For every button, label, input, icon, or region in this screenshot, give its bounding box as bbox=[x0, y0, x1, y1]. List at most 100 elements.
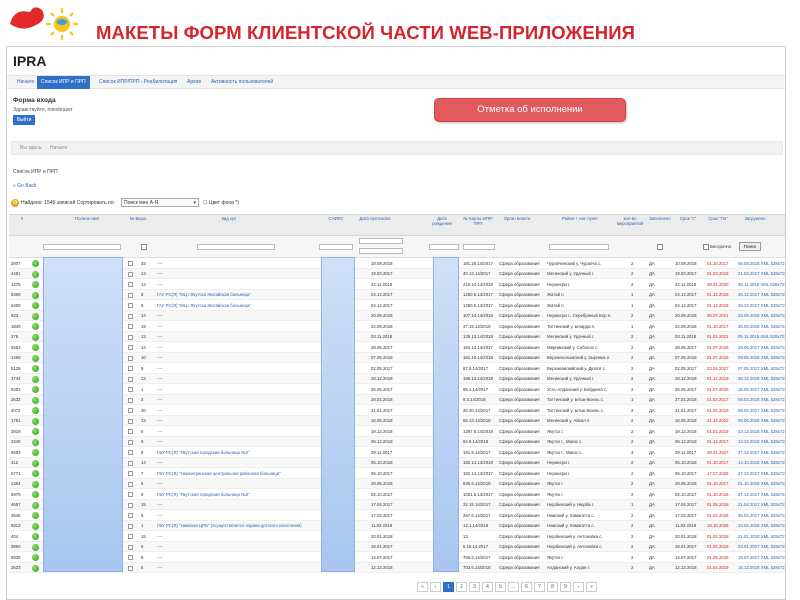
filter-org-input[interactable] bbox=[197, 244, 275, 250]
table-row[interactable]: 4072 20 ---- 31.01.2017 20.20.14/2017 Сфера о… bbox=[9, 405, 785, 416]
execution-status-icon[interactable] bbox=[32, 480, 39, 488]
cell-loaded[interactable]: 21.03.2017 XML 528x723x bbox=[738, 271, 785, 276]
execution-status-icon[interactable] bbox=[32, 564, 39, 572]
table-row[interactable]: 5129 9 ---- 02.05.2017 87.9.14/2017 Сфера обр… bbox=[9, 363, 785, 374]
cell-loaded[interactable]: 27.12.2017 XML 528x723x bbox=[738, 492, 785, 497]
filter-protocol-to-input[interactable] bbox=[359, 248, 403, 254]
filter-snils-input[interactable] bbox=[319, 244, 353, 250]
col-header-district[interactable]: Район + нас пункт bbox=[547, 216, 613, 221]
execution-status-icon[interactable] bbox=[32, 501, 39, 509]
col-header-id[interactable]: # bbox=[17, 216, 27, 221]
col-header-full-name[interactable]: Полное имя bbox=[49, 216, 125, 221]
cell-loaded[interactable]: 30.11.2018 XML 528x723x bbox=[738, 282, 785, 287]
execution-status-icon[interactable] bbox=[32, 260, 39, 267]
cell-org[interactable]: ---- bbox=[157, 502, 317, 507]
table-row[interactable]: 5939 8 ---- 14.07.2017 766.6.14/2017 Сфера об… bbox=[9, 552, 785, 563]
cell-org[interactable]: ---- bbox=[157, 429, 317, 434]
row-checkbox[interactable] bbox=[128, 271, 133, 277]
cell-loaded[interactable]: 09.02.2017 XML 528x723x bbox=[738, 408, 785, 413]
row-checkbox[interactable] bbox=[128, 282, 133, 287]
cell-org[interactable]: ГБУ РС(Я) "Якутская городская больница №… bbox=[157, 450, 317, 455]
table-row[interactable]: 4657 15 ---- 17.04.2017 22.15.14/2017 Сфера о… bbox=[9, 499, 785, 510]
cell-org[interactable]: ---- bbox=[157, 418, 317, 423]
table-row[interactable]: 6400 8 ГАУ РС(Я) "МЦ г.Якутска Жатайская б… bbox=[9, 300, 785, 311]
execution-status-icon[interactable] bbox=[32, 543, 39, 551]
execution-status-icon[interactable] bbox=[32, 344, 39, 351]
cell-loaded[interactable]: 07.05.2017 XML 528x723x bbox=[738, 366, 785, 371]
cell-org[interactable]: ---- bbox=[157, 387, 317, 392]
cell-loaded[interactable]: 27.12.2017 XML 528x723x bbox=[738, 471, 785, 476]
execution-status-icon[interactable] bbox=[32, 365, 39, 372]
row-checkbox[interactable] bbox=[128, 366, 133, 371]
cell-loaded[interactable]: 23.09.2018 XML 528x723x bbox=[738, 313, 785, 318]
table-row[interactable]: 4481 13 ---- 19.03.2017 40.13.14/2017 Сфера о… bbox=[9, 268, 785, 279]
filter-card-input[interactable] bbox=[463, 244, 495, 250]
row-checkbox[interactable] bbox=[128, 397, 133, 403]
execution-status-icon[interactable] bbox=[32, 354, 39, 362]
page-button[interactable]: 9 bbox=[560, 582, 571, 592]
row-checkbox[interactable] bbox=[128, 408, 133, 413]
filter-birth-date-input[interactable] bbox=[429, 244, 459, 250]
cell-org[interactable]: ---- bbox=[157, 376, 317, 381]
row-checkbox[interactable] bbox=[128, 523, 133, 529]
gear-icon[interactable]: ⚙ bbox=[11, 199, 19, 207]
execution-status-icon[interactable] bbox=[32, 386, 39, 393]
table-row[interactable]: 1459 10 ---- 07.06.2018 181.10.14/2018 Сфера … bbox=[9, 352, 785, 363]
page-button[interactable]: 2 bbox=[456, 582, 467, 592]
execution-status-icon[interactable] bbox=[32, 533, 39, 540]
cell-org[interactable]: ---- bbox=[157, 481, 317, 486]
cell-loaded[interactable]: 24.01.2017 XML 528x723x bbox=[738, 544, 785, 549]
row-checkbox[interactable] bbox=[128, 565, 133, 571]
cell-org[interactable]: ---- bbox=[157, 345, 317, 350]
execution-status-icon[interactable] bbox=[32, 333, 39, 341]
col-header-date-from[interactable]: Срок "с" bbox=[675, 216, 701, 221]
table-row[interactable]: 2807 33 ---- 18.09.2018 181.20.14/2017 Сфера … bbox=[9, 258, 785, 269]
table-row[interactable]: 1761 13 ---- 16.05.2018 65.13.14/2018 Сфера о… bbox=[9, 415, 785, 426]
row-checkbox[interactable] bbox=[128, 261, 133, 266]
execution-status-icon[interactable] bbox=[32, 491, 39, 498]
execution-status-icon[interactable] bbox=[32, 470, 39, 477]
table-row[interactable]: 5979 9 ГБУ РС(Я) "Якутская городская больн… bbox=[9, 489, 785, 500]
col-header-bureau[interactable]: № Бюро bbox=[127, 216, 149, 221]
execution-status-icon[interactable] bbox=[32, 270, 39, 278]
cell-loaded[interactable]: 30.03.2017 XML 528x723x bbox=[738, 513, 785, 518]
col-header-birth-date[interactable]: Дата рождения bbox=[427, 216, 457, 226]
cell-loaded[interactable]: 09.06.2018 XML 528x723x bbox=[738, 355, 785, 360]
row-checkbox[interactable] bbox=[128, 345, 133, 350]
execution-status-icon[interactable] bbox=[32, 323, 39, 330]
filter-protocol-from-input[interactable] bbox=[359, 238, 403, 244]
row-checkbox[interactable] bbox=[128, 481, 133, 487]
page-button[interactable]: 6 bbox=[521, 582, 532, 592]
col-header-measures-count[interactable]: кол-во мероприятий bbox=[615, 216, 645, 226]
filter-filled-checkbox[interactable] bbox=[657, 244, 663, 250]
cell-org[interactable]: ---- bbox=[157, 397, 317, 402]
nav-item-user-activity[interactable]: Активность пользователей bbox=[207, 76, 277, 89]
execution-status-icon[interactable] bbox=[32, 407, 39, 414]
page-button[interactable]: 8 bbox=[547, 582, 558, 592]
row-checkbox[interactable] bbox=[128, 429, 133, 434]
filter-full-name-input[interactable] bbox=[43, 244, 121, 250]
page-button[interactable]: 4 bbox=[482, 582, 493, 592]
cell-org[interactable]: ---- bbox=[157, 334, 317, 339]
row-checkbox[interactable] bbox=[128, 534, 133, 539]
cell-loaded[interactable]: 30.12.2018 XML 528x723x bbox=[738, 376, 785, 381]
cell-org[interactable]: ---- bbox=[157, 366, 317, 371]
execution-status-icon[interactable] bbox=[32, 459, 39, 467]
search-button[interactable]: Поиск bbox=[739, 242, 761, 251]
table-row[interactable]: 3523 6 ---- 12.12.2018 703.6.14/2018 Сфера об… bbox=[9, 562, 785, 573]
execution-status-icon[interactable] bbox=[32, 375, 39, 383]
cell-org[interactable]: ---- bbox=[157, 513, 317, 518]
execution-status-icon[interactable] bbox=[32, 522, 39, 530]
cell-org[interactable]: ---- bbox=[157, 408, 317, 413]
cell-org[interactable]: ---- bbox=[157, 544, 317, 549]
table-row[interactable]: 5593 9 ГБУ РС(Я) "Якутская городская больн… bbox=[9, 447, 785, 458]
table-row[interactable]: 1279 14 ---- 22.11.2018 219.14.14/2018 Сфера … bbox=[9, 279, 785, 290]
sort-select[interactable]: Поиск мне А-Я bbox=[121, 198, 199, 207]
cell-loaded[interactable]: 21.04.2017 XML 528x723x bbox=[738, 502, 785, 507]
table-row[interactable]: 276 13 ---- 03.11.2018 135.13.14/2018 Сфера о… bbox=[9, 331, 785, 342]
table-row[interactable]: 3919 6 ---- 19.12.2018 1297.6.14/2018 Сфера о… bbox=[9, 426, 785, 437]
cell-loaded[interactable]: 26.12.2017 XML 528x723x bbox=[738, 292, 785, 297]
row-checkbox[interactable] bbox=[128, 292, 133, 298]
cell-org[interactable]: ГАУ РС(Я) "МЦ г.Якутска Жатайская больни… bbox=[157, 292, 317, 297]
cell-loaded[interactable]: 19.07.2017 XML 528x723x bbox=[738, 555, 785, 560]
